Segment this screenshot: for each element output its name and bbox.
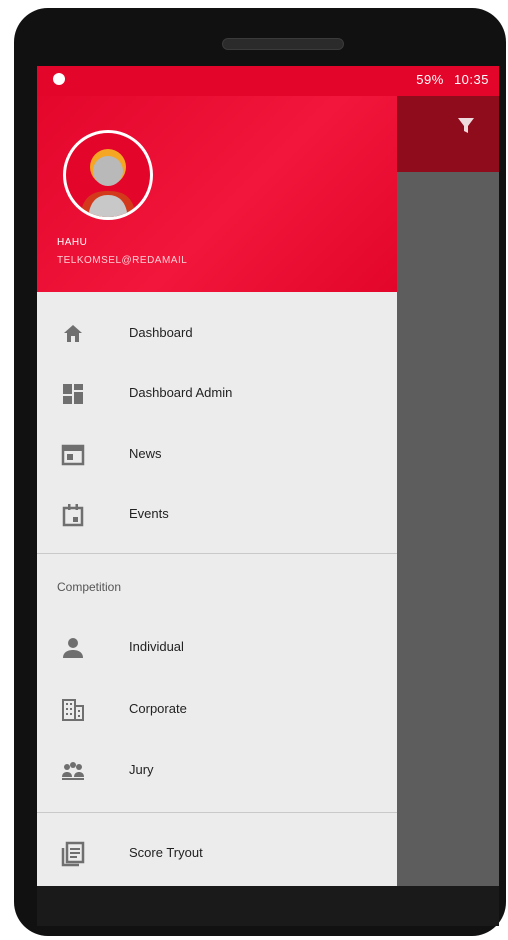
- jury-icon: [59, 757, 87, 785]
- notification-icon: [53, 73, 65, 85]
- menu-item-events[interactable]: Events: [37, 485, 397, 545]
- status-right: 59% 10:35: [410, 72, 489, 87]
- navigation-drawer: HAHU TELKOMSEL@REDAMAIL Dashboard Dashbo…: [37, 96, 397, 886]
- menu-label-individual: Individual: [129, 639, 184, 654]
- menu-label-dashboard-admin: Dashboard Admin: [129, 385, 233, 400]
- menu-label-events: Events: [129, 506, 169, 521]
- clock: 10:35: [453, 72, 489, 87]
- menu-label-score-tryout: Score Tryout: [129, 845, 203, 860]
- menu-item-corporate[interactable]: Corporate: [37, 680, 397, 740]
- corporate-icon: [59, 696, 87, 724]
- person-icon: [59, 634, 87, 662]
- phone-bottom-bar: [37, 886, 499, 926]
- menu-item-dashboard[interactable]: Dashboard: [37, 304, 397, 364]
- status-bar: 59% 10:35: [37, 66, 499, 96]
- menu-item-news[interactable]: News: [37, 425, 397, 485]
- section-header-competition: Competition: [57, 580, 122, 594]
- menu-item-individual[interactable]: Individual: [37, 618, 397, 678]
- menu-divider: [37, 553, 397, 554]
- menu-label-news: News: [129, 446, 162, 461]
- user-name: HAHU: [57, 237, 88, 248]
- app-bar: [397, 96, 499, 172]
- home-icon: [59, 320, 87, 348]
- menu-label-dashboard: Dashboard: [129, 325, 193, 340]
- drawer-header: HAHU TELKOMSEL@REDAMAIL: [37, 96, 397, 292]
- menu-label-jury: Jury: [129, 762, 154, 777]
- dashboard-icon: [59, 380, 87, 408]
- app-screen: 59% 10:35 HAHU TELKOMSEL@REDAMAIL Dashbo…: [37, 66, 499, 886]
- menu-item-score-tryout[interactable]: Score Tryout: [37, 824, 397, 884]
- menu-divider: [37, 812, 397, 813]
- avatar[interactable]: [63, 130, 153, 220]
- user-email: TELKOMSEL@REDAMAIL: [57, 255, 188, 266]
- news-icon: [59, 441, 87, 469]
- score-icon: [59, 840, 87, 868]
- menu-item-jury[interactable]: Jury: [37, 741, 397, 801]
- events-icon: [59, 501, 87, 529]
- menu-label-corporate: Corporate: [129, 701, 187, 716]
- filter-icon[interactable]: [457, 116, 475, 141]
- phone-speaker: [222, 38, 344, 50]
- menu-item-dashboard-admin[interactable]: Dashboard Admin: [37, 364, 397, 424]
- battery-level: 59%: [416, 72, 444, 87]
